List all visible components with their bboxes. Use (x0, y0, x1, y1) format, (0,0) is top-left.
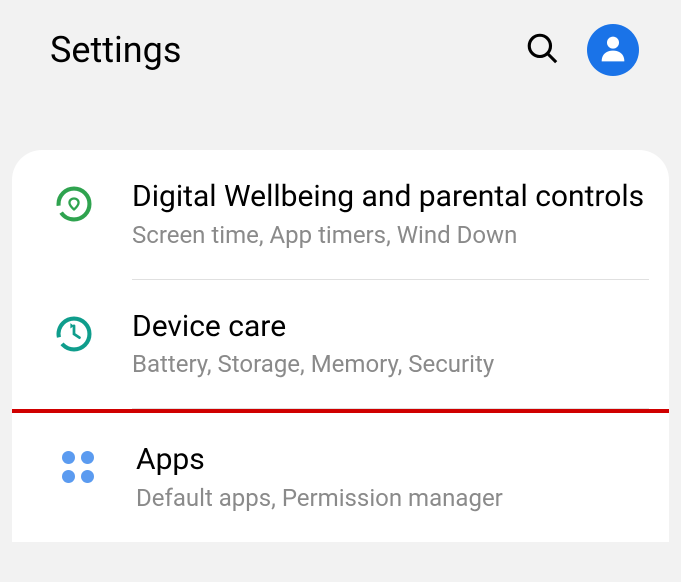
wellbeing-icon (52, 182, 96, 226)
page-title: Settings (50, 29, 181, 71)
item-text: Device care Battery, Storage, Memory, Se… (132, 308, 649, 381)
highlight-box: Apps Default apps, Permission manager (12, 409, 669, 542)
item-subtitle: Default apps, Permission manager (136, 483, 649, 514)
person-icon (597, 32, 629, 68)
settings-list: Digital Wellbeing and parental controls … (12, 150, 669, 542)
apps-icon (56, 445, 100, 489)
item-subtitle: Battery, Storage, Memory, Security (132, 349, 649, 380)
item-title: Apps (136, 441, 649, 479)
item-title: Device care (132, 308, 649, 346)
search-icon (525, 50, 559, 69)
item-text: Digital Wellbeing and parental controls … (132, 178, 649, 251)
account-button[interactable] (587, 24, 639, 76)
item-text: Apps Default apps, Permission manager (136, 441, 649, 514)
settings-item-apps[interactable]: Apps Default apps, Permission manager (12, 413, 669, 542)
header-actions (525, 24, 639, 76)
item-subtitle: Screen time, App timers, Wind Down (132, 220, 649, 251)
header: Settings (0, 0, 681, 100)
item-title: Digital Wellbeing and parental controls (132, 178, 649, 216)
search-button[interactable] (525, 31, 559, 69)
settings-item-digital-wellbeing[interactable]: Digital Wellbeing and parental controls … (12, 150, 669, 279)
device-care-icon (52, 312, 96, 356)
settings-item-device-care[interactable]: Device care Battery, Storage, Memory, Se… (12, 280, 669, 409)
